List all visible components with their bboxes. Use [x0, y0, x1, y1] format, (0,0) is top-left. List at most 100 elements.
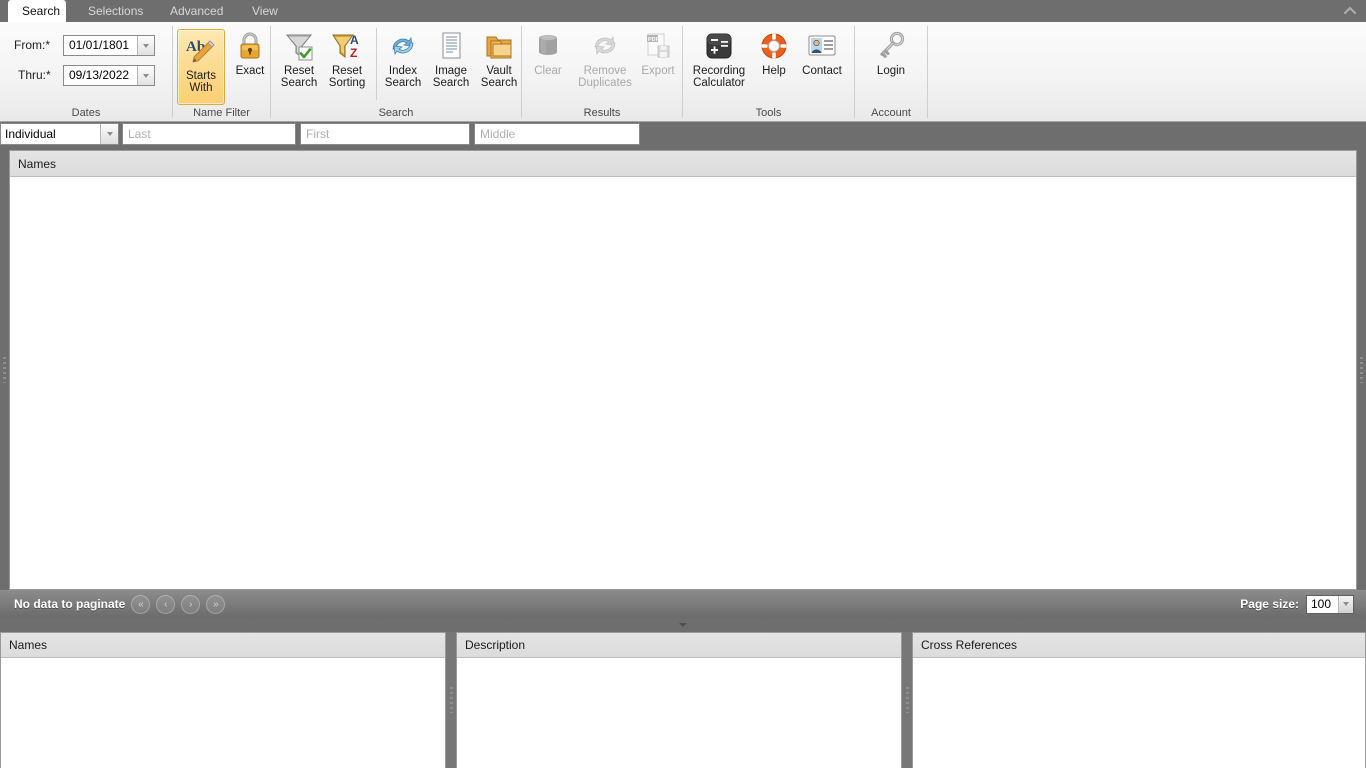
recording-calculator-label-line2: Calculator [686, 77, 752, 90]
results-grid-body[interactable] [10, 177, 1356, 588]
reset-search-button[interactable]: Reset Search [275, 29, 323, 90]
recycle-arrows-icon [589, 29, 621, 63]
page-size-dropdown-button[interactable] [1338, 596, 1353, 613]
detail-column-header-cross-references[interactable]: Cross References [913, 638, 1017, 652]
ribbon-group-dates: From:* 01/01/1801 Thru:* 09/13/2022 Date… [0, 22, 172, 121]
folders-icon [483, 29, 515, 63]
detail-panel-description-header: Description [457, 633, 901, 658]
party-type-select[interactable]: Individual [0, 123, 119, 145]
detail-splitter-2[interactable] [902, 632, 912, 768]
help-button[interactable]: Help [754, 29, 794, 78]
left-splitter[interactable] [0, 150, 9, 590]
from-date-label: From:* [14, 38, 50, 52]
from-date-dropdown-button[interactable] [137, 36, 154, 55]
detail-panel-cross-references: Cross References [912, 632, 1366, 768]
funnel-check-icon [283, 29, 315, 63]
detail-panel-names-header: Names [1, 633, 445, 658]
svg-text:PDF: PDF [648, 37, 660, 43]
document-lines-icon [435, 29, 467, 63]
ribbon-empty-area [928, 22, 1366, 121]
vault-search-button[interactable]: Vault Search [475, 29, 523, 90]
remove-duplicates-button[interactable]: Remove Duplicates [574, 29, 636, 90]
tab-selections[interactable]: Selections [74, 0, 148, 22]
detail-panel-names: Names [0, 632, 446, 768]
index-search-button[interactable]: Index Search [379, 29, 427, 90]
chevron-down-icon [143, 44, 149, 48]
results-grid-header: Names [10, 151, 1356, 177]
party-type-dropdown-button[interactable] [100, 124, 118, 144]
splitter-grip-icon [3, 357, 6, 383]
collapse-arrow-icon[interactable] [679, 623, 687, 627]
contact-card-icon [806, 29, 838, 63]
ribbon-group-account: Login Account [855, 22, 927, 121]
column-header-names[interactable]: Names [10, 157, 1356, 171]
recording-calculator-button[interactable]: Recording Calculator [686, 29, 752, 90]
exact-label: Exact [229, 65, 271, 78]
ribbon-panel: From:* 01/01/1801 Thru:* 09/13/2022 Date… [0, 22, 1366, 122]
tab-view[interactable]: View [238, 0, 282, 22]
key-icon [875, 29, 907, 63]
page-size-select[interactable]: 100 [1306, 595, 1354, 614]
first-name-input[interactable] [300, 123, 470, 145]
thru-date-dropdown-button[interactable] [137, 66, 154, 85]
ab-pencil-icon: Ab [185, 34, 217, 68]
chevron-left-icon[interactable]: ‹ [156, 595, 175, 614]
chevron-up-icon[interactable] [1342, 3, 1358, 19]
vault-search-label-line2: Search [475, 77, 523, 90]
index-search-label-line2: Search [379, 77, 427, 90]
group-label-tools: Tools [683, 107, 854, 119]
group-label-search: Search [271, 107, 521, 119]
reset-search-label-line2: Search [275, 77, 323, 90]
thru-date-field[interactable]: 09/13/2022 [63, 65, 155, 86]
ribbon-group-tools: Recording Calculator [683, 22, 854, 121]
chevron-down-icon [143, 74, 149, 78]
clear-button[interactable]: Clear [524, 29, 572, 78]
trash-can-icon [532, 29, 564, 63]
search-filter-bar: Individual [0, 122, 1366, 150]
tab-search[interactable]: Search [8, 0, 66, 22]
export-button[interactable]: PDF Export [636, 29, 680, 78]
login-label: Login [865, 65, 917, 78]
lock-icon [236, 29, 264, 63]
thru-date-value: 09/13/2022 [64, 66, 137, 85]
chevron-right-icon[interactable]: › [181, 595, 200, 614]
detail-column-header-description[interactable]: Description [457, 638, 525, 652]
group-subdivider [376, 28, 377, 100]
application-window: Search Selections Advanced View From:* 0… [0, 0, 1366, 768]
clear-label: Clear [524, 65, 572, 78]
results-grid: Names [9, 150, 1357, 590]
help-label: Help [754, 65, 794, 78]
detail-splitter-1[interactable] [446, 632, 456, 768]
detail-column-header-names[interactable]: Names [1, 638, 47, 652]
starts-with-button[interactable]: Ab Starts With [177, 29, 225, 105]
image-search-button[interactable]: Image Search [427, 29, 475, 90]
party-type-value: Individual [1, 127, 100, 141]
group-label-account: Account [855, 107, 927, 119]
refresh-arrows-icon [387, 29, 419, 63]
last-name-input[interactable] [122, 123, 296, 145]
contact-button[interactable]: Contact [794, 29, 850, 78]
reset-sorting-button[interactable]: A Z Reset Sorting [323, 29, 371, 90]
double-chevron-right-icon[interactable]: » [206, 595, 225, 614]
chevron-down-icon [1343, 602, 1349, 606]
login-button[interactable]: Login [865, 29, 917, 78]
group-label-name-filter: Name Filter [173, 107, 270, 119]
exact-button[interactable]: Exact [229, 29, 271, 78]
horizontal-splitter[interactable] [0, 618, 1366, 632]
contact-label: Contact [794, 65, 850, 78]
pagination-message: No data to paginate [14, 597, 125, 611]
chevron-down-icon [107, 132, 113, 136]
ribbon-group-name-filter: Ab Starts With [173, 22, 270, 121]
pagination-bar: No data to paginate « ‹ › » Page size: 1… [0, 590, 1366, 618]
export-label: Export [636, 65, 680, 78]
life-ring-icon [758, 29, 790, 63]
from-date-field[interactable]: 01/01/1801 [63, 35, 155, 56]
detail-panel-description: Description [456, 632, 902, 768]
thru-date-label: Thru:* [18, 68, 51, 82]
middle-name-input[interactable] [474, 123, 640, 145]
double-chevron-left-icon[interactable]: « [131, 595, 150, 614]
detail-panel-cross-references-header: Cross References [913, 633, 1365, 658]
right-splitter[interactable] [1357, 150, 1366, 590]
detail-panels-area: Names Description Cross References [0, 632, 1366, 768]
tab-advanced[interactable]: Advanced [156, 0, 230, 22]
